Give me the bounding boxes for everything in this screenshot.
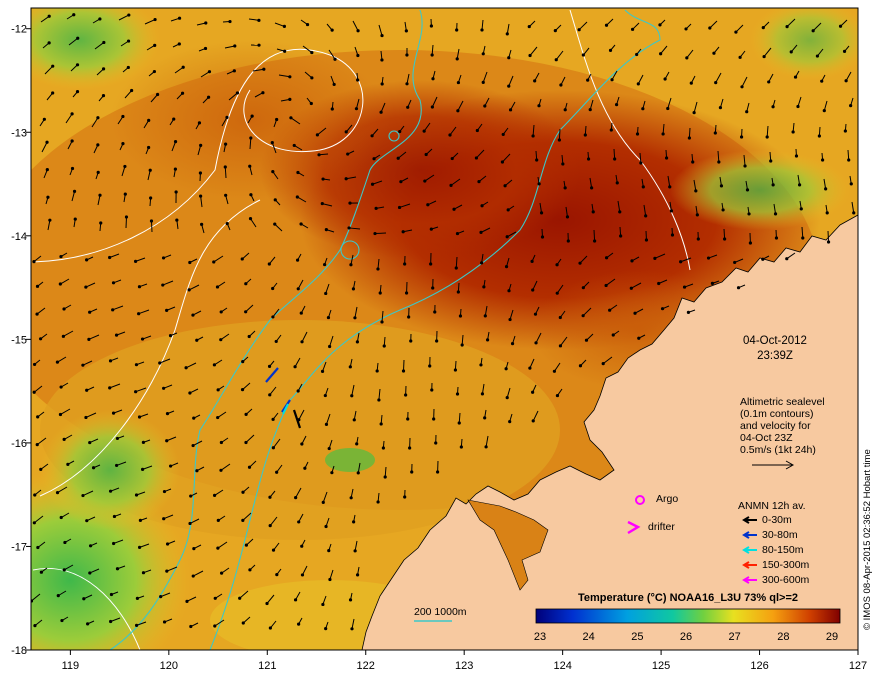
y-axis: -12 -13 -14 -15 -16 -17 -18 bbox=[11, 24, 31, 657]
x-tick-label: 124 bbox=[553, 660, 571, 672]
anmn-title: ANMN 12h av. bbox=[738, 500, 806, 512]
y-tick-label: -15 bbox=[11, 334, 27, 346]
anmn-legend-label: 30-80m bbox=[762, 529, 798, 541]
legend-arrow-icon bbox=[742, 561, 758, 569]
x-tick-label: 123 bbox=[455, 660, 473, 672]
altimetry-line-2: (0.1m contours) bbox=[740, 408, 825, 420]
colorbar-tick-label: 28 bbox=[773, 631, 793, 643]
colorbar-tick-label: 29 bbox=[822, 631, 842, 643]
x-axis: 119 120 121 122 123 124 125 126 127 bbox=[62, 650, 868, 672]
drifter-label: drifter bbox=[648, 521, 675, 533]
colorbar-tick-label: 24 bbox=[579, 631, 599, 643]
x-tick-label: 126 bbox=[750, 660, 768, 672]
x-tick-label: 122 bbox=[357, 660, 375, 672]
colorbar-tick-label: 26 bbox=[676, 631, 696, 643]
legend-arrow-icon bbox=[742, 576, 758, 584]
timestamp-time: 23:39Z bbox=[720, 349, 830, 364]
x-tick-label: 125 bbox=[652, 660, 670, 672]
legend-arrow-icon bbox=[742, 531, 758, 539]
anmn-legend-item: 0-30m bbox=[742, 514, 792, 526]
anmn-legend-item: 150-300m bbox=[742, 559, 809, 571]
colorbar-tick-label: 27 bbox=[725, 631, 745, 643]
credit-text: © IMOS 08-Apr-2015 02:36:52 Hobart time bbox=[862, 449, 873, 630]
colorbar-title: Temperature (°C) NOAA16_L3U 73% ql>=2 bbox=[536, 592, 840, 604]
anmn-legend-item: 300-600m bbox=[742, 574, 809, 586]
colorbar-tick-label: 23 bbox=[530, 631, 550, 643]
altimetry-note: Altimetric sealevel (0.1m contours) and … bbox=[740, 396, 825, 456]
legend-arrow-icon bbox=[742, 546, 758, 554]
y-tick-label: -17 bbox=[11, 541, 27, 553]
depth-legend-label: 200 1000m bbox=[414, 606, 467, 618]
altimetry-line-1: Altimetric sealevel bbox=[740, 396, 825, 408]
colorbar bbox=[536, 609, 840, 623]
y-tick-label: -14 bbox=[11, 231, 27, 243]
timestamp-date: 04-Oct-2012 bbox=[720, 334, 830, 349]
sst-map-figure: 119 120 121 122 123 124 125 126 127 -12 -13 -14 -15… bbox=[0, 0, 880, 680]
y-tick-label: -13 bbox=[11, 127, 27, 139]
altimetry-line-4: 04-Oct 23Z bbox=[740, 432, 825, 444]
altimetry-line-3: and velocity for bbox=[740, 420, 825, 432]
anmn-legend-label: 300-600m bbox=[762, 574, 809, 586]
legend-arrow-icon bbox=[742, 516, 758, 524]
colorbar-tick-label: 25 bbox=[627, 631, 647, 643]
x-tick-label: 127 bbox=[849, 660, 867, 672]
anmn-legend-label: 150-300m bbox=[762, 559, 809, 571]
y-tick-label: -12 bbox=[11, 24, 27, 36]
argo-label: Argo bbox=[656, 493, 678, 505]
anmn-legend-item: 80-150m bbox=[742, 544, 803, 556]
altimetry-line-5: 0.5m/s (1kt 24h) bbox=[740, 444, 825, 456]
y-tick-label: -16 bbox=[11, 438, 27, 450]
anmn-legend-label: 0-30m bbox=[762, 514, 792, 526]
x-tick-label: 121 bbox=[258, 660, 276, 672]
timestamp-block: 04-Oct-2012 23:39Z bbox=[720, 334, 830, 364]
anmn-legend-label: 80-150m bbox=[762, 544, 803, 556]
anmn-legend-item: 30-80m bbox=[742, 529, 798, 541]
x-tick-label: 119 bbox=[62, 660, 80, 672]
x-tick-label: 120 bbox=[160, 660, 178, 672]
y-tick-label: -18 bbox=[11, 645, 27, 657]
